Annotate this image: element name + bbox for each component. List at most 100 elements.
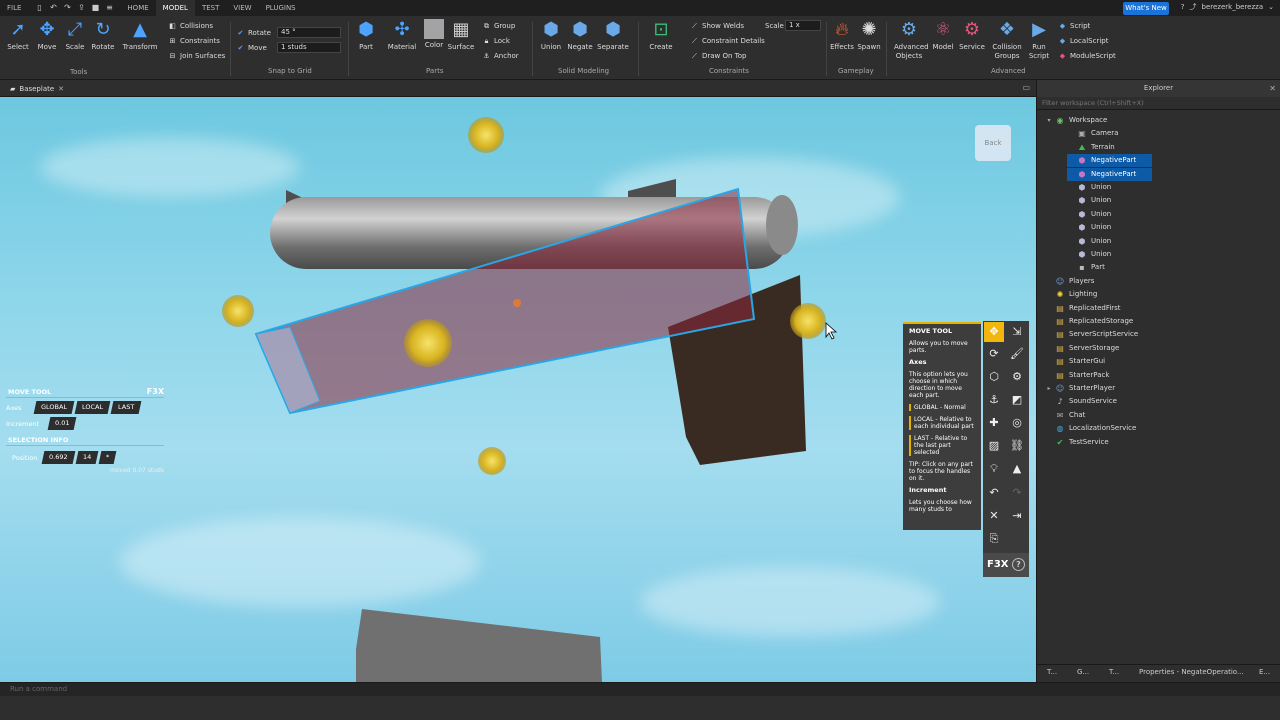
gold-coin[interactable]	[790, 303, 826, 339]
expand-arrow-icon[interactable]: ▸	[1045, 382, 1053, 395]
axes-global-option[interactable]: GLOBAL	[33, 401, 75, 414]
move-snap-input[interactable]: 1 studs	[277, 42, 341, 53]
f3x-rotate-tool-button[interactable]: ⟳	[984, 344, 1004, 364]
part-button[interactable]: ⬢ Part	[352, 19, 380, 51]
explorer-item-starterpack[interactable]: ▤ StarterPack	[1045, 369, 1109, 382]
panel-tab-properties[interactable]: Properties - NegateOperatio...	[1139, 668, 1244, 676]
f3x-export-button[interactable]: ⇥	[1007, 506, 1027, 526]
tab-home[interactable]: HOME	[120, 0, 155, 16]
floor-block[interactable]	[356, 609, 602, 682]
tab-test[interactable]: TEST	[195, 0, 226, 16]
stop-icon[interactable]: ■	[90, 3, 100, 13]
f3x-decorate-tool-button[interactable]: ▲	[1007, 459, 1027, 479]
gold-coin[interactable]	[404, 319, 452, 367]
view-cube[interactable]: Back	[975, 125, 1011, 161]
color-button[interactable]: Color	[420, 19, 448, 49]
f3x-material-tool-button[interactable]: ⚙	[1007, 367, 1027, 387]
explorer-item-lighting[interactable]: ✺ Lighting	[1045, 288, 1098, 301]
explorer-item-replicatedfirst[interactable]: ▤ ReplicatedFirst	[1045, 302, 1120, 315]
surface-button[interactable]: ▦ Surface	[446, 19, 476, 51]
f3x-surface-tool-button[interactable]: ⬡	[984, 367, 1004, 387]
advanced-objects-button[interactable]: ⚙ Advanced Objects	[890, 19, 929, 61]
command-input[interactable]: Run a command	[10, 685, 67, 693]
select-button[interactable]: ➚ Select	[4, 19, 32, 51]
position-y-input[interactable]: 14	[75, 451, 99, 464]
position-x-input[interactable]: 0.692	[41, 451, 75, 464]
f3x-collision-tool-button[interactable]: ◩	[1007, 390, 1027, 410]
explorer-item-union[interactable]: ⬢ Union	[1067, 181, 1112, 194]
f3x-lighting-tool-button[interactable]: 💡︎	[984, 459, 1004, 479]
explorer-item-starterplayer[interactable]: ▸ ☺ StarterPlayer	[1045, 382, 1115, 395]
rotate-button[interactable]: ↻ Rotate	[89, 19, 117, 51]
f3x-move-tool-button[interactable]: ✥	[984, 322, 1004, 342]
script-button[interactable]: ◆ Script	[1058, 20, 1091, 32]
move-button[interactable]: ✥ Move	[33, 19, 61, 51]
barrel-fin-right[interactable]	[628, 179, 676, 197]
expand-arrow-icon[interactable]: ▾	[1045, 114, 1053, 127]
show-welds-button[interactable]: ⟋ Show Welds	[690, 20, 744, 32]
model-button[interactable]: ⚛ Model	[929, 19, 957, 51]
explorer-item-negativepart[interactable]: ⬢ NegativePart	[1067, 167, 1152, 181]
help-icon[interactable]: ?	[1012, 558, 1025, 571]
material-button[interactable]: ✣ Material	[386, 19, 418, 51]
constraint-scale-input[interactable]: 1 x	[785, 20, 821, 31]
lock-button[interactable]: 🔒︎ Lock	[482, 35, 510, 47]
union-button[interactable]: ⬢ Union	[537, 19, 565, 51]
constraints-toggle[interactable]: ⊞ Constraints	[168, 35, 220, 47]
explorer-item-chat[interactable]: ✉ Chat	[1045, 409, 1086, 422]
explorer-item-replicatedstorage[interactable]: ▤ ReplicatedStorage	[1045, 315, 1133, 328]
axes-local-option[interactable]: LOCAL	[74, 401, 111, 414]
module-script-button[interactable]: ◆ ModuleScript	[1058, 50, 1116, 62]
explorer-item-players[interactable]: ☺ Players	[1045, 275, 1095, 288]
f3x-paint-tool-button[interactable]: 🖌︎	[1007, 344, 1027, 364]
effects-button[interactable]: 🔥︎ Effects	[828, 19, 856, 51]
f3x-clone-button[interactable]: ⎘	[984, 529, 1004, 549]
explorer-item-negativepart[interactable]: ⬢ NegativePart	[1067, 154, 1152, 168]
orange-handle[interactable]	[513, 299, 521, 307]
f3x-undo-button[interactable]: ↶	[984, 483, 1004, 503]
f3x-mesh-tool-button[interactable]: ◎	[1007, 413, 1027, 433]
scale-button[interactable]: ⤢ Scale	[61, 19, 89, 51]
explorer-item-startergui[interactable]: ▤ StarterGui	[1045, 355, 1105, 368]
more-icon[interactable]: ≡	[104, 3, 114, 13]
window-toggle-icon[interactable]: ▭	[1022, 83, 1030, 92]
explorer-item-union[interactable]: ⬢ Union	[1067, 248, 1112, 261]
explorer-item-testservice[interactable]: ✔ TestService	[1045, 436, 1109, 449]
tab-model[interactable]: MODEL	[155, 0, 195, 16]
rotate-snap-input[interactable]: 45 °	[277, 27, 341, 38]
redo-icon[interactable]: ↷	[62, 3, 72, 13]
panel-tab-explorer[interactable]: E...	[1259, 668, 1270, 676]
close-icon[interactable]: ✕	[58, 85, 64, 93]
move-snap-checkbox[interactable]: ✔ Move	[236, 42, 267, 54]
explorer-item-localizationservice[interactable]: ◍ LocalizationService	[1045, 422, 1137, 435]
3d-viewport[interactable]: Back MOVE TOOL F3X Axes GLOBAL LOCAL LAS…	[0, 97, 1036, 682]
username[interactable]: berezerk_berezza	[1202, 3, 1264, 11]
barrel-muzzle[interactable]	[766, 195, 798, 255]
new-file-icon[interactable]: ▯	[34, 3, 44, 13]
join-surfaces-toggle[interactable]: ⊟ Join Surfaces	[168, 50, 226, 62]
negate-button[interactable]: ⬢ Negate	[566, 19, 594, 51]
chevron-down-icon[interactable]: ⌄	[1268, 3, 1274, 11]
explorer-item-camera[interactable]: ▣ Camera	[1067, 127, 1118, 140]
command-bar[interactable]: Run a command	[0, 682, 1280, 696]
group-button[interactable]: ⧉ Group	[482, 20, 515, 32]
f3x-anchor-tool-button[interactable]: ⚓︎	[984, 390, 1004, 410]
transform-button[interactable]: ▲ Transform	[120, 19, 160, 51]
axes-last-option[interactable]: LAST	[110, 401, 142, 414]
close-icon[interactable]: ✕	[1269, 80, 1276, 97]
tab-plugins[interactable]: PLUGINS	[259, 0, 303, 16]
tab-baseplate[interactable]: ▰ Baseplate ✕	[4, 82, 70, 96]
rotate-snap-checkbox[interactable]: ✔ Rotate	[236, 27, 271, 39]
f3x-delete-button[interactable]: ✕	[984, 506, 1004, 526]
gold-coin[interactable]	[468, 117, 504, 153]
explorer-item-workspace[interactable]: ▾ ◉ Workspace	[1045, 114, 1107, 127]
whats-new-button[interactable]: What's New	[1123, 2, 1169, 15]
gold-coin[interactable]	[222, 295, 254, 327]
publish-icon[interactable]: ⇪	[76, 3, 86, 13]
share-icon[interactable]: ⤴	[1190, 2, 1197, 12]
explorer-item-part[interactable]: ▪ Part	[1067, 261, 1105, 274]
explorer-item-union[interactable]: ⬢ Union	[1067, 235, 1112, 248]
tab-view[interactable]: VIEW	[226, 0, 258, 16]
f3x-weld-tool-button[interactable]: ⛓︎	[1007, 436, 1027, 456]
explorer-item-serverscriptservice[interactable]: ▤ ServerScriptService	[1045, 328, 1138, 341]
